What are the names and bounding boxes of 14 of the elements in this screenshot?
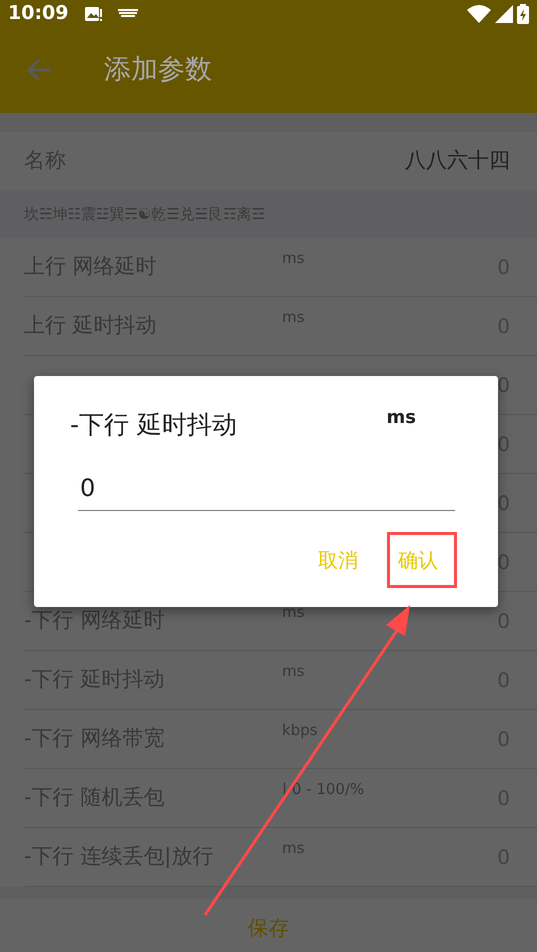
dialog-button[interactable]: 取消 — [310, 534, 366, 584]
page-title: 添加参数 — [104, 52, 212, 87]
image-icon — [84, 6, 102, 22]
dialog-title: -下行 延时抖动 — [70, 409, 237, 441]
value-field[interactable]: 0 — [78, 470, 455, 510]
name-value: 八八六十四 — [405, 147, 510, 174]
battery-icon — [517, 4, 529, 24]
status-time: 10:09 — [8, 1, 68, 26]
wifi-icon — [467, 4, 491, 22]
back-arrow-icon[interactable] — [26, 58, 52, 82]
unit-label: ms — [386, 406, 416, 430]
signal-icon — [495, 4, 513, 22]
save-button[interactable]: 保存 — [0, 899, 537, 952]
keyboard-icon — [118, 8, 138, 18]
